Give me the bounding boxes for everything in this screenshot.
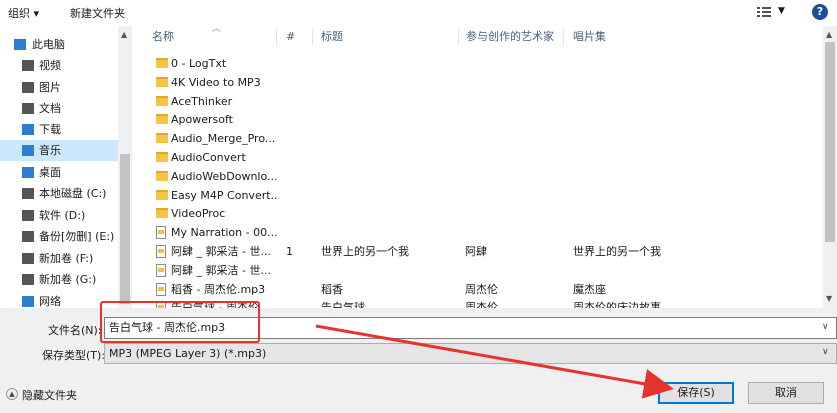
annotation-arrow (315, 324, 674, 399)
